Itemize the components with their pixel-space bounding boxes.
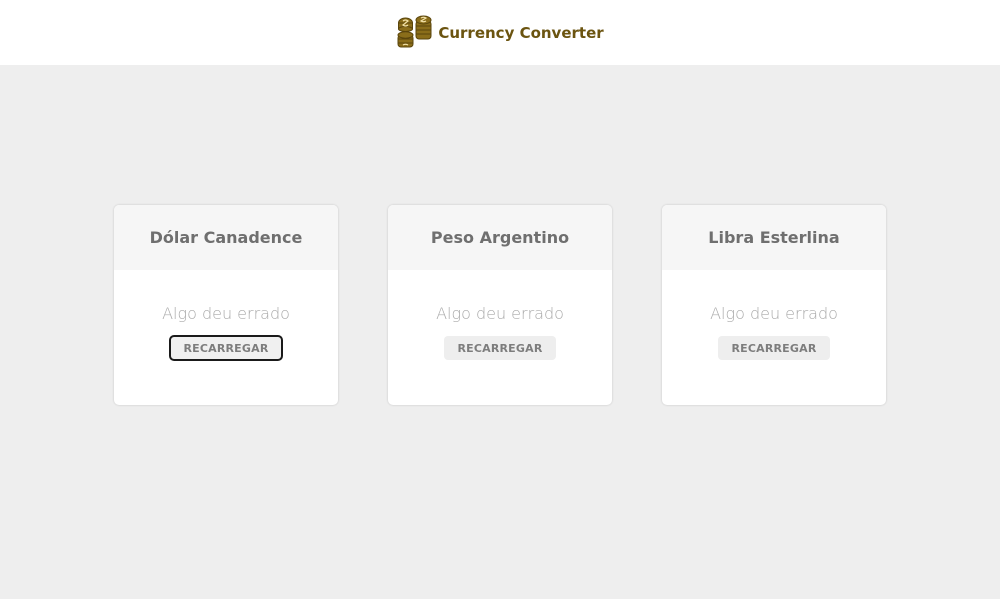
- card-header: Libra Esterlina: [662, 205, 886, 270]
- reload-button[interactable]: RECARREGAR: [444, 336, 556, 360]
- card-body: Algo deu errado RECARREGAR: [662, 270, 886, 360]
- error-message: Algo deu errado: [162, 304, 290, 323]
- error-message: Algo deu errado: [710, 304, 838, 323]
- currency-card-gbp: Libra Esterlina Algo deu errado RECARREG…: [662, 205, 886, 405]
- coins-icon: [397, 15, 432, 47]
- currency-card-ars: Peso Argentino Algo deu errado RECARREGA…: [388, 205, 612, 405]
- brand: Currency Converter: [396, 15, 604, 51]
- reload-button[interactable]: RECARREGAR: [718, 336, 830, 360]
- card-title: Peso Argentino: [430, 228, 570, 247]
- card-header: Peso Argentino: [388, 205, 612, 270]
- error-message: Algo deu errado: [436, 304, 564, 323]
- card-body: Algo deu errado RECARREGAR: [114, 270, 338, 361]
- reload-button[interactable]: RECARREGAR: [169, 335, 283, 361]
- card-title: Libra Esterlina: [708, 228, 840, 247]
- card-header: Dólar Canadence: [114, 205, 338, 270]
- card-body: Algo deu errado RECARREGAR: [388, 270, 612, 360]
- currency-card-cad: Dólar Canadence Algo deu errado RECARREG…: [114, 205, 338, 405]
- app-header: Currency Converter: [0, 0, 1000, 65]
- card-title: Dólar Canadence: [149, 228, 303, 247]
- app-title: Currency Converter: [438, 23, 604, 42]
